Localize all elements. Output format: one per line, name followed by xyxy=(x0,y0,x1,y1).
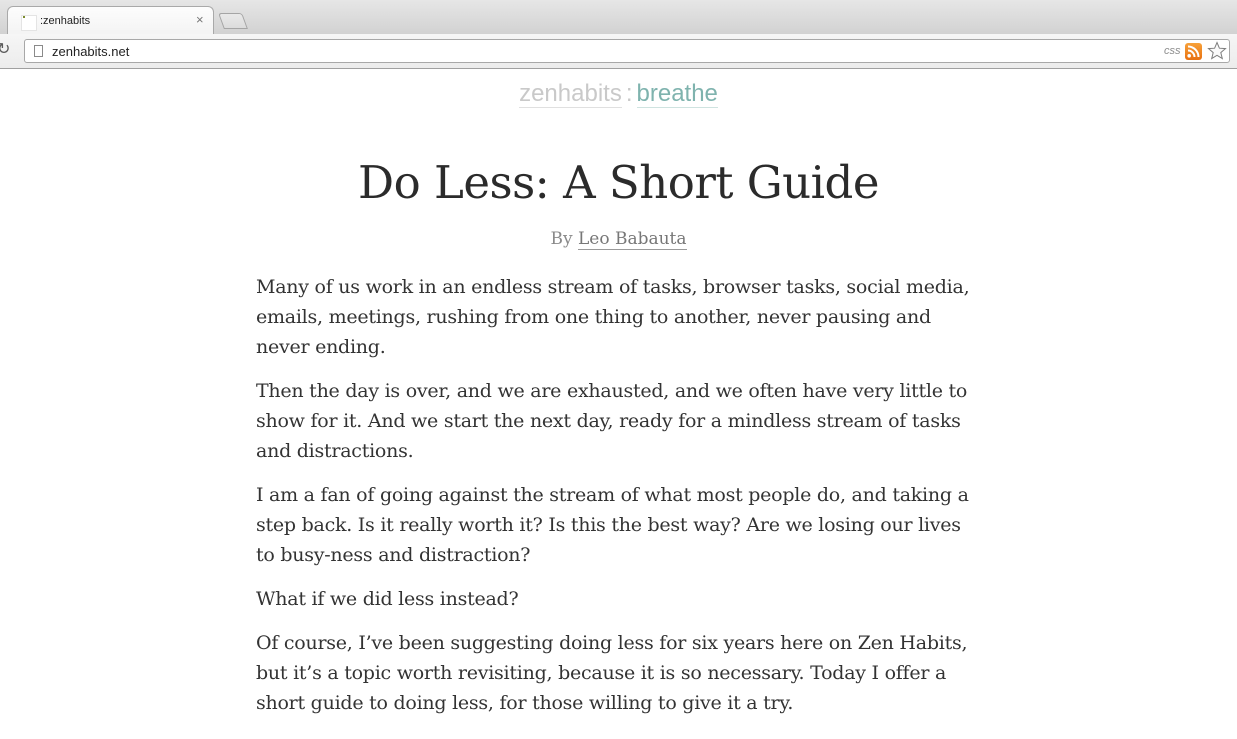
bookmark-star-icon[interactable] xyxy=(1207,41,1227,61)
browser-toolbar: ↻ zenhabits.net css xyxy=(0,34,1237,69)
browser-tab-strip: :zenhabits × xyxy=(0,0,1237,35)
article-paragraph: Many of us work in an endless stream of … xyxy=(256,276,970,358)
byline: By Leo Babauta xyxy=(0,229,1237,250)
author-link[interactable]: Leo Babauta xyxy=(577,229,687,250)
site-name-link[interactable]: zenhabits xyxy=(519,80,622,108)
page-icon xyxy=(34,45,43,57)
article-paragraph: I am a fan of going against the stream o… xyxy=(256,484,969,566)
article-paragraph: Of course, I’ve been suggesting doing le… xyxy=(256,632,968,714)
site-header: zenhabits: breathe xyxy=(0,80,1237,108)
post-title: Do Less: A Short Guide xyxy=(357,156,880,209)
article-body: Many of us work in an endless stream of … xyxy=(256,272,978,732)
reload-icon[interactable]: ↻ xyxy=(0,42,10,58)
favicon-icon xyxy=(21,15,37,31)
close-tab-icon[interactable]: × xyxy=(196,13,204,27)
article-paragraph: What if we did less instead? xyxy=(256,588,519,610)
address-bar[interactable]: zenhabits.net css xyxy=(24,39,1230,63)
site-separator: : xyxy=(625,80,633,107)
css-extension-icon[interactable]: css xyxy=(1164,45,1181,57)
article-paragraph: Then the day is over, and we are exhaust… xyxy=(256,380,968,462)
byline-prefix: By xyxy=(550,229,573,249)
browser-tab[interactable]: :zenhabits × xyxy=(7,6,214,35)
tab-title: :zenhabits xyxy=(40,15,91,27)
tagline-link[interactable]: breathe xyxy=(636,80,718,108)
rss-icon[interactable] xyxy=(1185,43,1202,60)
new-tab-button[interactable] xyxy=(218,13,248,29)
url-text[interactable]: zenhabits.net xyxy=(52,44,129,59)
